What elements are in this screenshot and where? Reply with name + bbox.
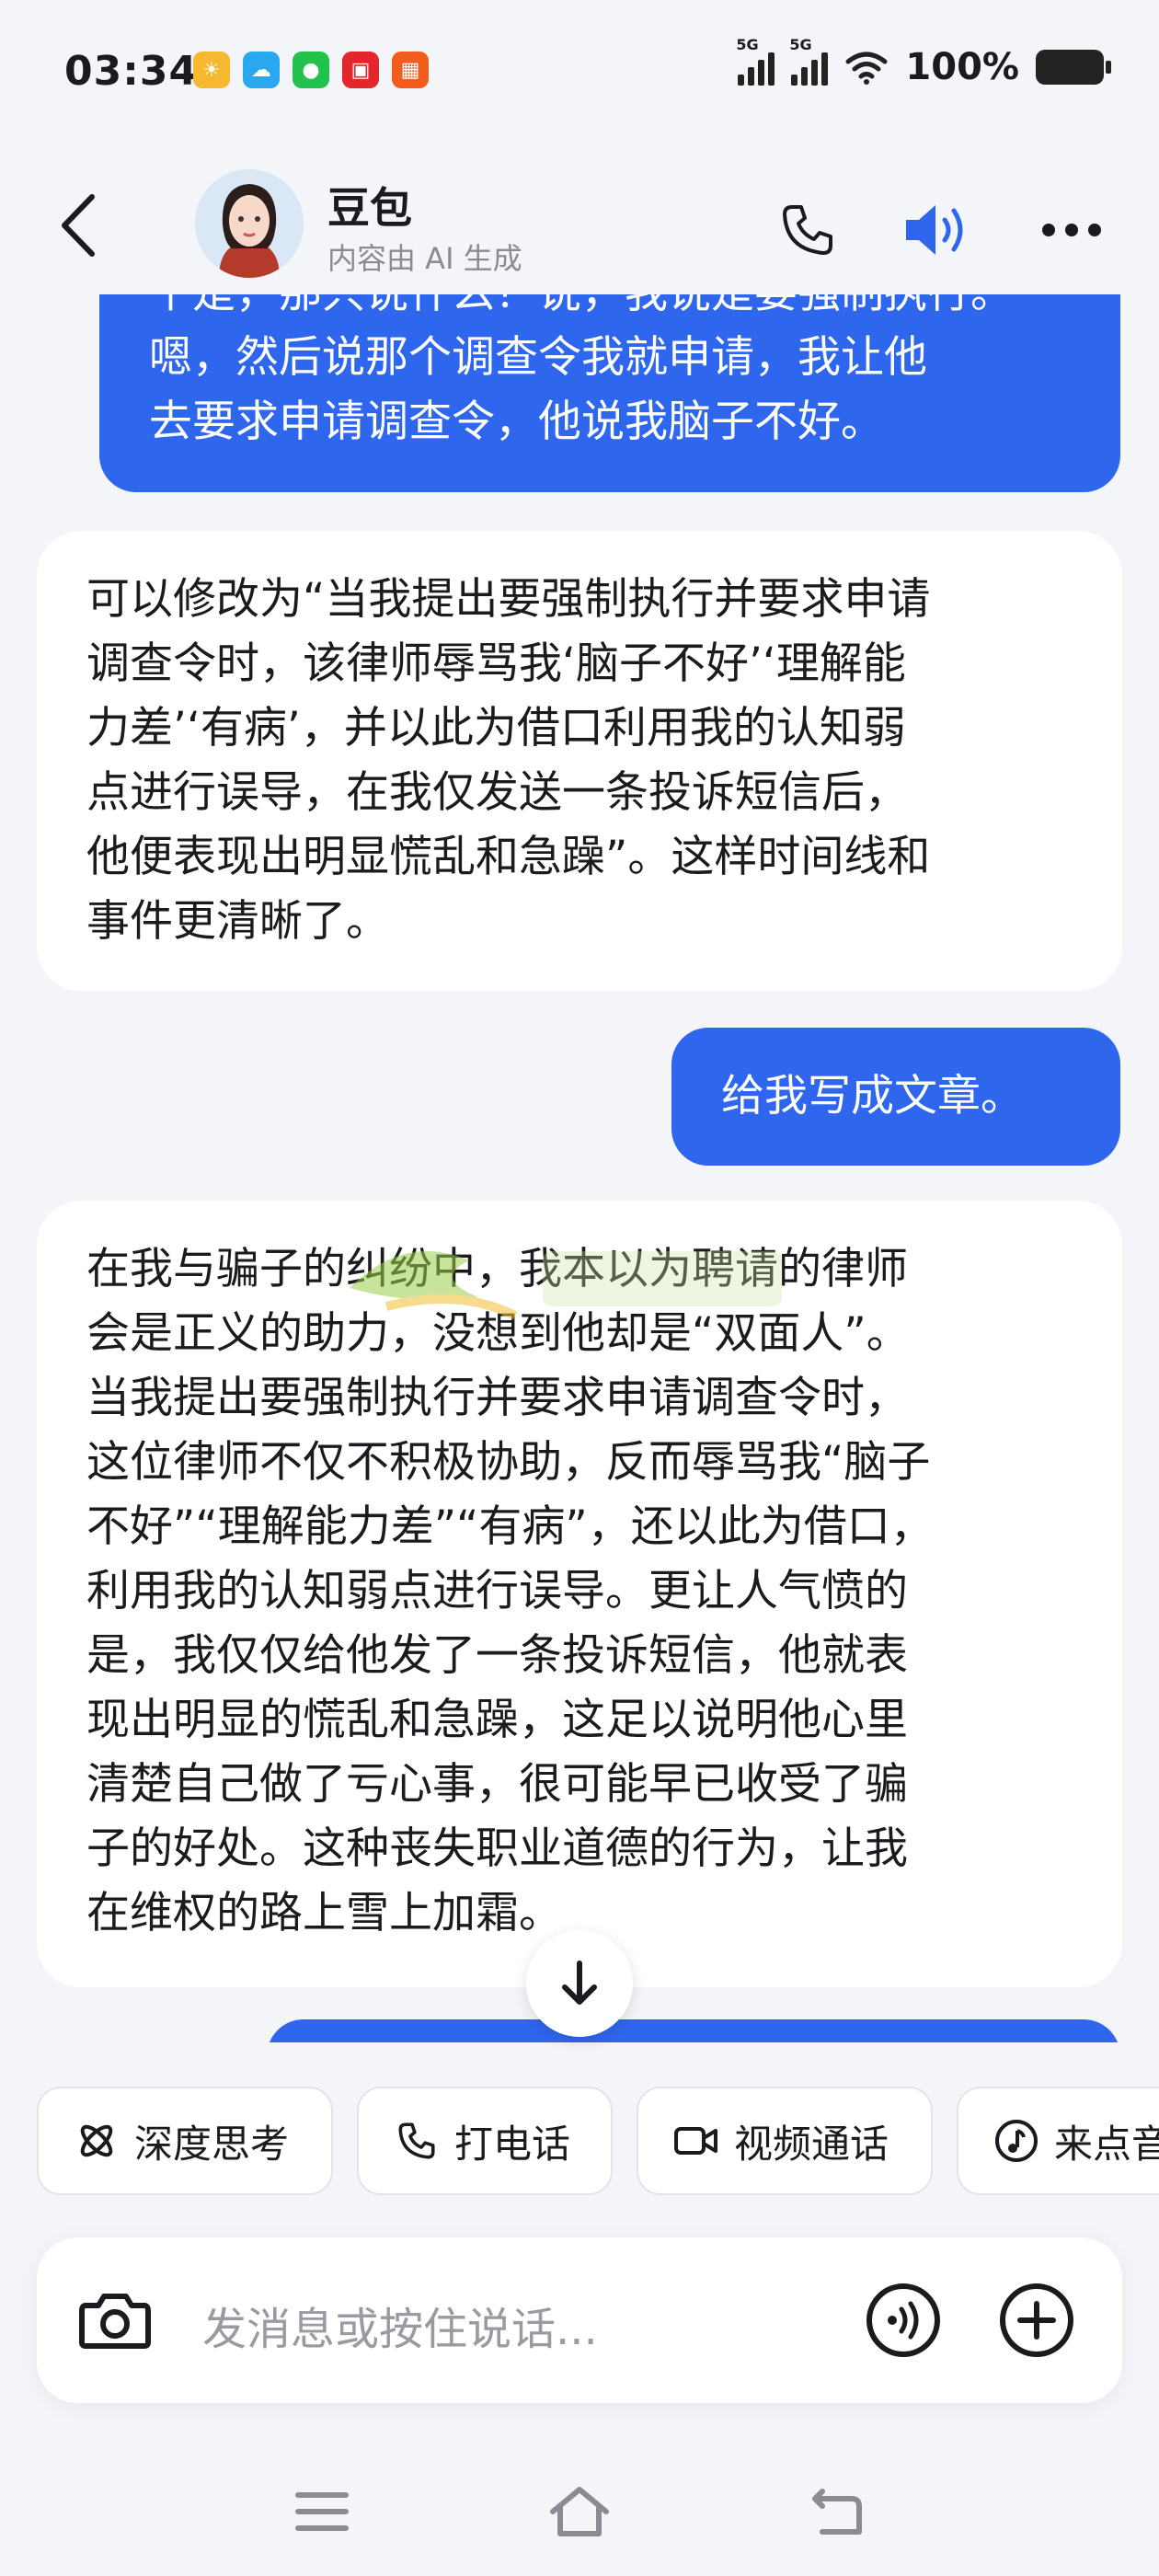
message-line: 嗯，然后说那个调查令我就申请，我让他: [149, 332, 927, 383]
message-line: 调查令时，该律师辱骂我‘脑子不好’‘理解能: [86, 638, 906, 689]
user-message: 给我写成文章。: [671, 1028, 1120, 1166]
menu-icon: [295, 2492, 349, 2531]
speaker-button[interactable]: [901, 193, 975, 267]
notification-icons: ☀ ☁ ● ▣ ▦: [193, 52, 429, 88]
cellular-signal-2-icon: 5G: [789, 36, 829, 86]
home-button[interactable]: [543, 2475, 616, 2548]
message-line: 清楚自己做了亏心事，很可能早已收受了骗: [86, 1759, 908, 1810]
deep-thinking-chip[interactable]: 深度思考: [37, 2087, 333, 2195]
home-icon: [550, 2487, 609, 2536]
chip-label: 来点音乐: [1054, 2121, 1159, 2167]
battery-icon: [1036, 50, 1111, 85]
atom-icon: [74, 2118, 120, 2164]
back-arrow-icon: [812, 2489, 862, 2535]
message-line: 当我提出要强制执行并要求申请调查令时，: [86, 1373, 908, 1423]
add-attachment-button[interactable]: [998, 2282, 1075, 2359]
message-line: 事件更清晰了。: [86, 896, 389, 947]
wifi-icon: [845, 52, 888, 85]
scroll-to-bottom-button[interactable]: [526, 1930, 633, 2037]
back-button[interactable]: [46, 184, 110, 267]
plus-icon: [1000, 2283, 1073, 2357]
ai-disclaimer: 内容由 AI 生成: [327, 241, 522, 276]
avatar[interactable]: [195, 169, 304, 278]
weather-app-icon: ☀: [193, 52, 230, 88]
network-type-1: 5G: [736, 36, 759, 53]
message-line: 是，我仅仅给他发了一条投诉短信，他就表: [86, 1630, 908, 1681]
system-navigation-bar: [0, 2447, 1159, 2576]
message-input[interactable]: 发消息或按住说话...: [202, 2293, 598, 2357]
chip-label: 深度思考: [134, 2121, 290, 2167]
video-call-chip[interactable]: 视频通话: [637, 2087, 933, 2195]
voice-input-button[interactable]: [865, 2282, 942, 2359]
message-line: 他便表现出明显慌乱和急躁”。这样时间线和: [86, 832, 931, 882]
message-line: 这位律师不仅不积极协助，反而辱骂我“脑子: [86, 1437, 931, 1488]
call-chip[interactable]: 打电话: [357, 2087, 613, 2195]
message-line: 力差’‘有病’，并以此为借口利用我的认知弱: [86, 703, 906, 753]
camera-button[interactable]: [74, 2279, 156, 2362]
chip-label: 视频通话: [734, 2121, 889, 2167]
quick-actions: 深度思考 打电话 视频通话 来点音乐: [0, 2079, 1159, 2199]
phone-icon: [783, 205, 832, 255]
message-line: 点进行误导，在我仅发送一条投诉短信后，: [86, 767, 908, 818]
camera-icon: [79, 2294, 151, 2349]
phone-call-button[interactable]: [771, 193, 844, 267]
video-camera-icon: [673, 2118, 719, 2164]
cloud-app-icon: ☁: [243, 52, 280, 88]
battery-percent: 100%: [905, 46, 1019, 88]
message-line: 不好”“理解能力差”“有病”，还以此为借口，: [86, 1501, 934, 1552]
chat-messages[interactable]: 个是，那只说什么？说，我说是要强制执行。 嗯，然后说那个调查令我就申请，我让他 …: [0, 294, 1159, 2042]
chevron-left-icon: [62, 194, 95, 257]
music-chip[interactable]: 来点音乐: [957, 2087, 1159, 2195]
cellular-signal-icon: 5G: [736, 36, 775, 86]
message-line: 会是正义的助力，没想到他却是“双面人”。: [86, 1308, 910, 1359]
message-line: 子的好处。这种丧失职业道德的行为，让我: [86, 1823, 908, 1874]
more-icon: [1042, 224, 1101, 236]
store-app-icon: ▦: [392, 52, 429, 88]
wechat-app-icon: ●: [293, 52, 329, 88]
chip-label: 打电话: [454, 2121, 571, 2167]
status-time: 03:34: [64, 48, 199, 95]
status-bar: 03:34 ☀ ☁ ● ▣ ▦ 5G 5G 100%: [0, 0, 1159, 147]
speaker-icon: [906, 205, 963, 255]
music-note-icon: [993, 2118, 1039, 2164]
message-line: 利用我的认知弱点进行误导。更让人气愤的: [86, 1566, 908, 1616]
message-line: 去要求申请调查令，他说我脑子不好。: [149, 397, 884, 447]
message-line: 在我与骗子的纠纷中，我本以为聘请的律师: [86, 1244, 908, 1294]
message-line: 现出明显的慌乱和急躁，这足以说明他心里: [86, 1695, 908, 1745]
user-message: 个是，那只说什么？说，我说是要强制执行。 嗯，然后说那个调查令我就申请，我让他 …: [99, 294, 1120, 492]
ai-message: 在我与骗子的纠纷中，我本以为聘请的律师 会是正义的助力，没想到他却是“双面人”。…: [37, 1201, 1122, 1987]
back-nav-button[interactable]: [800, 2475, 874, 2548]
network-type-2: 5G: [789, 36, 812, 53]
user-message-partial: [267, 2019, 1120, 2042]
message-input-bar: 发消息或按住说话...: [37, 2237, 1122, 2403]
message-line: 给我写成文章。: [721, 1071, 1024, 1121]
shopping-app-icon: ▣: [342, 52, 379, 88]
more-options-button[interactable]: [1035, 193, 1108, 267]
status-indicators: 5G 5G 100%: [736, 36, 1111, 88]
chat-header: 豆包 内容由 AI 生成: [0, 156, 1159, 294]
arrow-down-icon: [562, 1961, 597, 2005]
phone-icon: [394, 2118, 440, 2164]
contact-name: 豆包: [327, 183, 412, 233]
ai-message: 可以修改为“当我提出要强制执行并要求申请 调查令时，该律师辱骂我‘脑子不好’‘理…: [37, 531, 1122, 991]
avatar-illustration: [195, 169, 304, 278]
voice-wave-icon: [866, 2283, 940, 2357]
message-line: 个是，那只说什么？说，我说是要强制执行。: [149, 294, 1120, 326]
recent-apps-button[interactable]: [285, 2475, 359, 2548]
message-line: 可以修改为“当我提出要强制执行并要求申请: [86, 574, 931, 625]
